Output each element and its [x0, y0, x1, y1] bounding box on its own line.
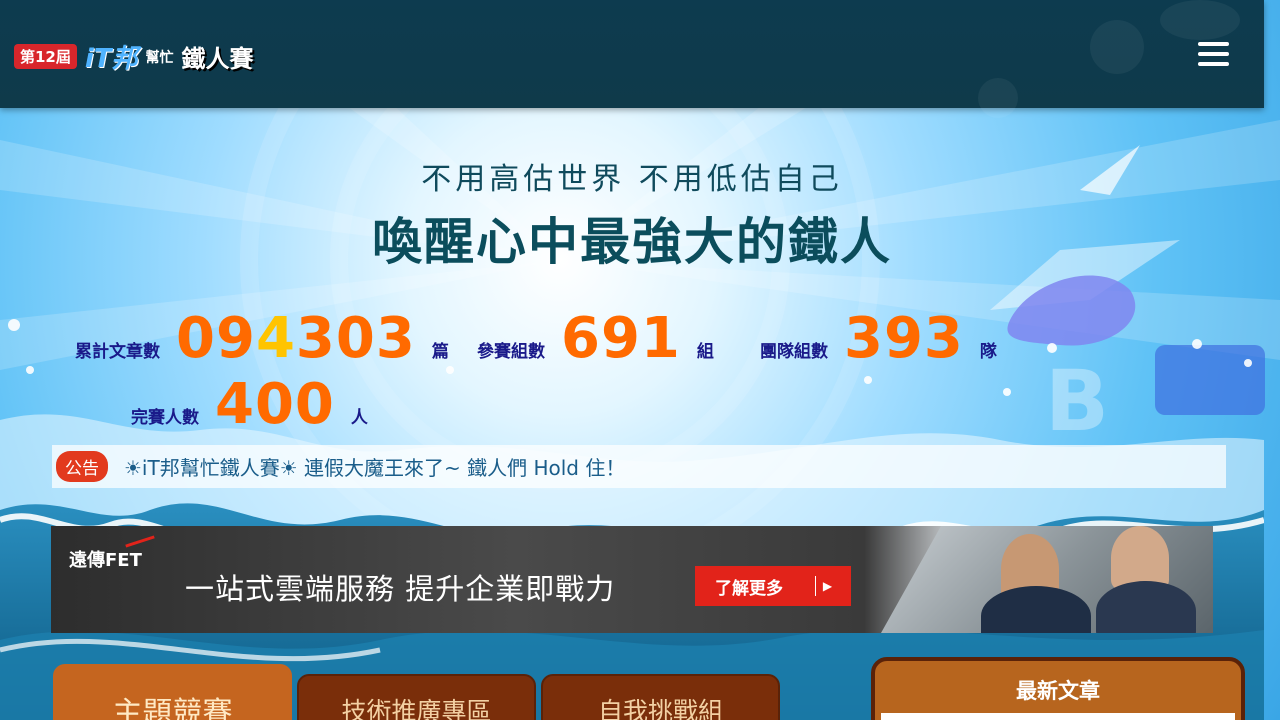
svg-text:B: B — [1045, 352, 1109, 450]
hero-title: 喚醒心中最強大的鐵人 — [372, 213, 892, 271]
latest-articles-list — [881, 713, 1235, 720]
stat-teams-entered-label: 參賽組數 — [477, 342, 545, 362]
logo-edition-badge: 第12屆 — [14, 44, 77, 69]
stat-finishers: 完賽人數 400 人 — [131, 372, 368, 437]
banner-learn-more-button[interactable]: 了解更多 ▶ — [695, 566, 851, 606]
stat-group-teams: 團隊組數 393 隊 — [760, 306, 997, 371]
top-header: 第12屆 iT邦 幫忙 鐵人賽 — [0, 0, 1264, 118]
banner-photo — [881, 526, 1213, 633]
tab-self-challenge[interactable]: 自我挑戰組 — [541, 674, 780, 720]
hero-subtitle: 不用高估世界 不用低估自己 — [421, 162, 843, 197]
site-logo[interactable]: 第12屆 iT邦 幫忙 鐵人賽 — [14, 38, 254, 75]
stat-articles-unit: 篇 — [431, 342, 449, 362]
logo-help-text: 幫忙 — [145, 49, 174, 66]
stat-finishers-label: 完賽人數 — [131, 408, 199, 428]
logo-event-text: 鐵人賽 — [181, 45, 254, 73]
banner-headline: 一站式雲端服務 提升企業即戰力 — [185, 572, 616, 606]
banner-brand-logo: 遠傳FET — [69, 535, 155, 572]
play-arrow-icon: ▶ — [815, 576, 839, 596]
stat-teams-entered-value: 691 — [561, 306, 681, 371]
latest-articles-panel: 最新文章 — [871, 657, 1245, 720]
tab-theme-contest[interactable]: 主題競賽 — [53, 664, 292, 720]
stat-articles-label: 累計文章數 — [75, 342, 160, 362]
stat-finishers-value: 400 — [215, 372, 335, 437]
stat-group-teams-value: 393 — [844, 306, 964, 371]
hamburger-icon[interactable] — [1198, 42, 1229, 70]
logo-brand-text: iT邦 — [84, 44, 138, 74]
promo-banner[interactable]: 遠傳FET 一站式雲端服務 提升企業即戰力 了解更多 ▶ — [51, 526, 1213, 633]
latest-articles-title: 最新文章 — [1016, 679, 1100, 703]
stat-teams-entered-unit: 組 — [696, 342, 714, 362]
stat-articles-value: 094303 — [176, 306, 416, 371]
tab-tech-promotion[interactable]: 技術推廣專區 — [297, 674, 536, 720]
stat-group-teams-label: 團隊組數 — [760, 342, 828, 362]
announcement-tag: 公告 — [56, 451, 108, 482]
stat-teams-entered: 參賽組數 691 組 — [477, 306, 714, 371]
stat-articles: 累計文章數 094303 篇 — [75, 306, 449, 371]
stat-group-teams-unit: 隊 — [979, 342, 997, 362]
stat-finishers-unit: 人 — [350, 408, 368, 428]
announcement-bar: 公告 ☀iT邦幫忙鐵人賽☀ 連假大魔王來了~ 鐵人們 Hold 住！ — [52, 445, 1226, 488]
announcement-link[interactable]: ☀iT邦幫忙鐵人賽☀ 連假大魔王來了~ 鐵人們 Hold 住！ — [124, 452, 625, 481]
